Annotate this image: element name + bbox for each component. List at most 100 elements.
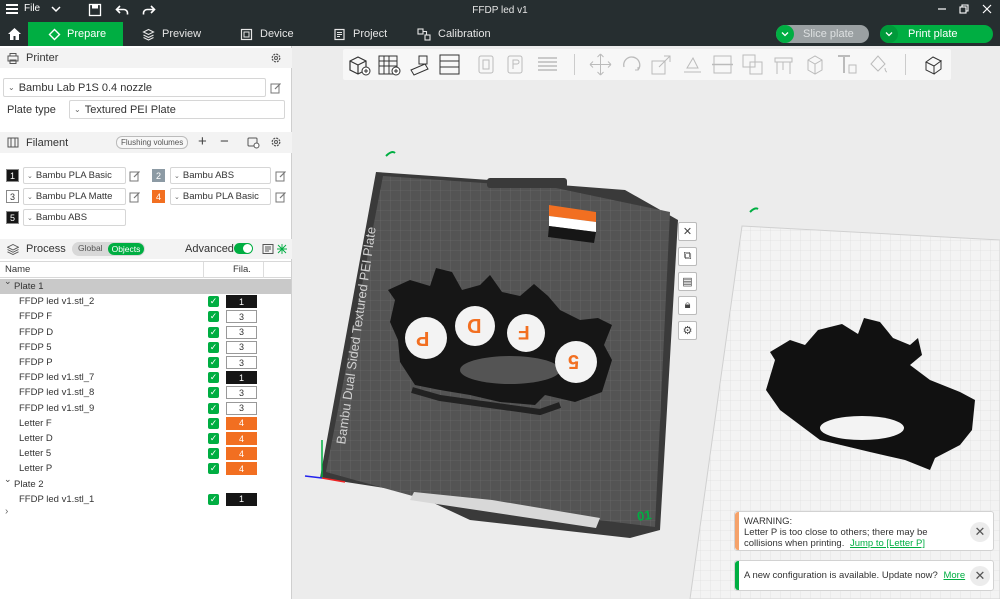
add-plate-icon[interactable] xyxy=(376,52,401,77)
filament-slot-4-select[interactable]: ⌄ Bambu PLA Basic xyxy=(170,188,271,205)
plate-2-edit-icon[interactable] xyxy=(749,207,759,213)
object-filament-select[interactable]: 3 xyxy=(226,356,257,369)
close-window-icon[interactable] xyxy=(981,3,993,15)
object-visible-checkbox[interactable]: ✓ xyxy=(208,402,219,414)
minimize-icon[interactable] xyxy=(936,3,948,15)
object-visible-checkbox[interactable]: ✓ xyxy=(208,296,219,308)
slice-dropdown-icon[interactable] xyxy=(776,25,794,43)
lock-plate-icon[interactable]: 🔒︎ xyxy=(678,296,697,315)
advanced-switch[interactable] xyxy=(234,243,253,254)
object-visible-checkbox[interactable]: ✓ xyxy=(208,311,219,323)
support-paint-icon[interactable] xyxy=(771,52,796,77)
object-row[interactable]: FFDP led v1.stl_9 ✓ 3 xyxy=(0,401,291,416)
close-warning-icon[interactable]: ✕ xyxy=(970,522,990,542)
object-visible-checkbox[interactable]: ✓ xyxy=(208,417,219,429)
object-row[interactable]: FFDP led v1.stl_7 ✓ 1 xyxy=(0,370,291,385)
assembly-view-icon[interactable] xyxy=(921,52,946,77)
filament-slot-2-select[interactable]: ⌄ Bambu ABS xyxy=(170,167,271,184)
undo-icon[interactable] xyxy=(115,3,129,17)
process-compare-icon[interactable] xyxy=(262,243,274,255)
object-row[interactable]: FFDP F ✓ 3 xyxy=(0,309,291,324)
plate-settings-gear-icon[interactable]: ⚙︎ xyxy=(678,321,697,340)
flushing-volumes-button[interactable]: Flushing volumes xyxy=(116,136,189,149)
object-filament-select[interactable]: 4 xyxy=(226,416,257,430)
plate-1-edit-icon[interactable] xyxy=(385,151,396,157)
object-row[interactable]: FFDP P ✓ 3 xyxy=(0,355,291,370)
tab-prepare[interactable]: Prepare xyxy=(28,22,123,46)
arrange-plate-icon[interactable]: ⧉ xyxy=(678,247,697,266)
lay-on-face-icon[interactable] xyxy=(680,52,705,77)
filament-settings-gear-icon[interactable] xyxy=(270,136,282,148)
edit-filament-3-icon[interactable] xyxy=(129,191,141,203)
mesh-boolean-icon[interactable] xyxy=(740,52,765,77)
object-visible-checkbox[interactable]: ✓ xyxy=(208,326,219,338)
object-row[interactable]: Letter D ✓ 4 xyxy=(0,431,291,446)
color-paint-icon[interactable] xyxy=(865,52,890,77)
printer-settings-gear-icon[interactable] xyxy=(270,52,282,64)
object-filament-select[interactable]: 3 xyxy=(226,386,257,400)
object-visible-checkbox[interactable]: ✓ xyxy=(208,433,219,444)
object-visible-checkbox[interactable]: ✓ xyxy=(208,463,219,475)
filament-slot-5-select[interactable]: ⌄ Bambu ABS xyxy=(23,209,126,226)
expand-arrow-icon[interactable]: › xyxy=(5,506,8,517)
file-menu[interactable]: File xyxy=(6,3,40,14)
edit-filament-2-icon[interactable] xyxy=(275,170,287,182)
object-filament-select[interactable]: 4 xyxy=(226,432,257,445)
jump-to-letter-p-link[interactable]: Jump to [Letter P] xyxy=(850,538,925,549)
split-parts-icon[interactable] xyxy=(503,52,528,77)
save-icon[interactable] xyxy=(88,3,102,17)
chevron-down-icon[interactable]: ⌄ xyxy=(4,474,12,485)
variable-layer-icon[interactable] xyxy=(535,52,560,77)
filament-slot-5-swatch[interactable]: 5 xyxy=(6,211,19,224)
object-row[interactable]: FFDP led v1.stl_1 ✓ 1 xyxy=(0,492,291,507)
global-objects-toggle[interactable]: Global Objects xyxy=(72,242,145,256)
scale-icon[interactable] xyxy=(649,52,674,77)
cut-icon[interactable] xyxy=(710,52,735,77)
object-visible-checkbox[interactable]: ✓ xyxy=(208,357,219,368)
sync-filament-icon[interactable] xyxy=(247,136,260,149)
redo-icon[interactable] xyxy=(142,3,156,17)
delete-plate-icon[interactable]: ✕ xyxy=(678,222,697,241)
object-filament-select[interactable]: 3 xyxy=(226,310,257,324)
chevron-down-icon[interactable]: ⌄ xyxy=(4,276,12,287)
object-visible-checkbox[interactable]: ✓ xyxy=(208,493,219,505)
object-row[interactable]: Letter F ✓ 4 xyxy=(0,416,291,431)
object-filament-select[interactable]: 1 xyxy=(226,492,257,506)
filament-slot-1-swatch[interactable]: 1 xyxy=(6,169,19,182)
split-objects-icon[interactable] xyxy=(474,52,499,77)
toggle-objects[interactable]: Objects xyxy=(108,243,144,255)
edit-printer-icon[interactable] xyxy=(270,82,282,94)
tab-project[interactable]: Project xyxy=(333,22,387,46)
arrange-icon[interactable] xyxy=(437,52,462,77)
slice-plate-button[interactable]: Slice plate xyxy=(776,25,869,43)
process-diff-icon[interactable] xyxy=(276,243,288,255)
tab-preview[interactable]: Preview xyxy=(142,22,201,46)
object-visible-checkbox[interactable]: ✓ xyxy=(208,372,219,384)
edit-filament-4-icon[interactable] xyxy=(275,191,287,203)
object-visible-checkbox[interactable]: ✓ xyxy=(208,341,219,353)
object-filament-select[interactable]: 1 xyxy=(226,371,257,385)
object-visible-checkbox[interactable]: ✓ xyxy=(208,448,219,460)
plate-group-row[interactable]: ⌄ Plate 2 xyxy=(0,474,291,492)
plate-group-row[interactable]: ⌄ Plate 1 xyxy=(0,276,291,294)
printer-select[interactable]: ⌄ Bambu Lab P1S 0.4 nozzle xyxy=(3,78,266,97)
auto-orient-icon[interactable] xyxy=(407,52,432,77)
object-row[interactable]: FFDP D ✓ 3 xyxy=(0,325,291,340)
home-button[interactable] xyxy=(0,22,28,46)
object-filament-select[interactable]: 4 xyxy=(226,447,257,461)
close-config-notice-icon[interactable]: ✕ xyxy=(970,566,990,586)
tab-calibration[interactable]: Calibration xyxy=(417,22,491,46)
filament-slot-1-select[interactable]: ⌄ Bambu PLA Basic xyxy=(23,167,126,184)
object-row[interactable]: FFDP led v1.stl_2 ✓ 1 xyxy=(0,294,291,309)
tab-device[interactable]: Device xyxy=(240,22,294,46)
object-filament-select[interactable]: 4 xyxy=(226,462,257,476)
move-icon[interactable] xyxy=(588,52,613,77)
print-plate-button[interactable]: Print plate xyxy=(880,25,993,43)
object-row[interactable]: Letter P ✓ 4 xyxy=(0,461,291,476)
add-filament-icon[interactable]: + xyxy=(198,133,207,150)
plate-type-select[interactable]: ⌄ Textured PEI Plate xyxy=(69,100,285,119)
object-row[interactable]: FFDP led v1.stl_8 ✓ 3 xyxy=(0,385,291,400)
filament-slot-4-swatch[interactable]: 4 xyxy=(152,190,165,203)
seam-paint-icon[interactable] xyxy=(803,52,828,77)
object-visible-checkbox[interactable]: ✓ xyxy=(208,387,219,399)
